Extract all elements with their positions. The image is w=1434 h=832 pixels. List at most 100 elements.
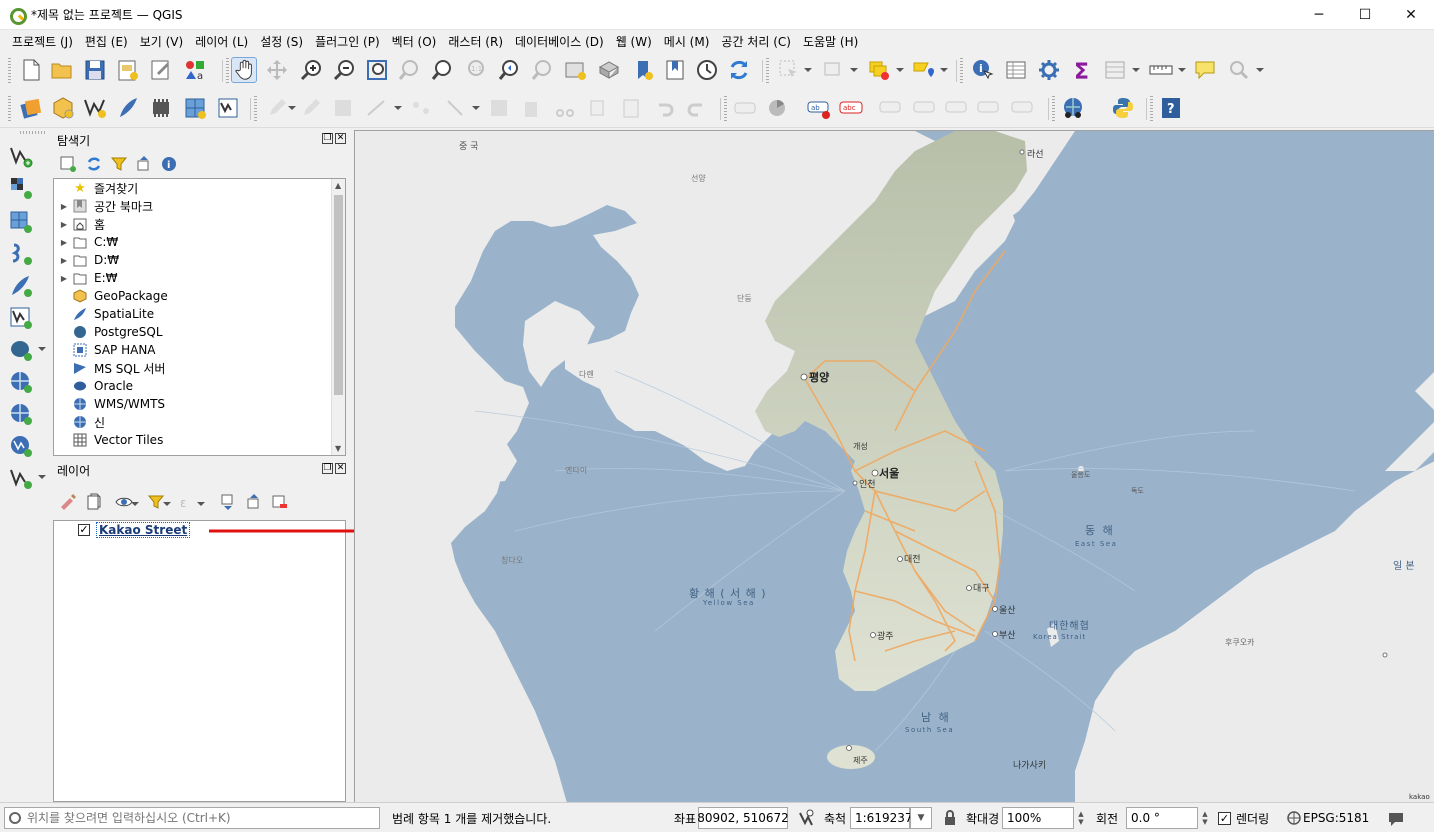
move-label-icon[interactable]	[912, 95, 938, 121]
show-bookmarks-icon[interactable]	[662, 57, 688, 83]
undo-icon[interactable]	[651, 95, 677, 121]
menu-web[interactable]: 웹 (W)	[610, 33, 658, 50]
menu-help[interactable]: 도움말 (H)	[797, 33, 864, 50]
menu-view[interactable]: 보기 (V)	[134, 33, 189, 50]
new-3d-view-icon[interactable]	[596, 57, 622, 83]
attribute-table-icon[interactable]	[1003, 57, 1029, 83]
tree-item-d-drive[interactable]: ▶ D:₩	[54, 251, 345, 269]
zoom-out-icon[interactable]	[331, 57, 357, 83]
zoom-last-icon[interactable]	[496, 57, 522, 83]
magnifier-field[interactable]: 100%	[1002, 807, 1074, 829]
expand-arrow-icon[interactable]: ▶	[58, 202, 70, 211]
open-data-source-manager-icon[interactable]	[18, 95, 44, 121]
crs-button[interactable]: EPSG:5181	[1303, 807, 1369, 829]
menu-mesh[interactable]: 메시 (M)	[658, 33, 716, 50]
pan-map-icon[interactable]	[231, 57, 257, 83]
toolbar-grip[interactable]	[8, 96, 11, 122]
tree-item-sap-hana[interactable]: SAP HANA	[54, 341, 345, 359]
new-temporary-layer-icon[interactable]	[215, 95, 241, 121]
add-group-icon[interactable]	[85, 493, 103, 511]
add-mesh-layer-icon[interactable]	[8, 209, 34, 235]
select-by-location-icon[interactable]	[910, 57, 936, 83]
tree-item-vector-tiles[interactable]: Vector Tiles	[54, 431, 345, 449]
menu-database[interactable]: 데이터베이스 (D)	[509, 33, 610, 50]
locator-bar[interactable]	[4, 807, 380, 829]
deselect-icon[interactable]	[820, 57, 846, 83]
new-shapefile-layer-icon[interactable]	[82, 95, 108, 121]
close-panel-button[interactable]: ✕	[335, 133, 346, 144]
menu-settings[interactable]: 설정 (S)	[254, 33, 309, 50]
tree-item-spatialite[interactable]: SpatiaLite	[54, 305, 345, 323]
change-label-icon[interactable]	[976, 95, 1002, 121]
menu-project[interactable]: 프로젝트 (J)	[6, 33, 79, 50]
new-mesh-layer-icon[interactable]	[182, 95, 208, 121]
zoom-to-selection-icon[interactable]	[396, 57, 422, 83]
expand-all-icon[interactable]	[219, 493, 237, 511]
delete-selected-icon[interactable]	[518, 95, 544, 121]
refresh-icon[interactable]	[85, 155, 103, 173]
tree-item-e-drive[interactable]: ▶ E:₩	[54, 269, 345, 287]
show-hide-labels-icon[interactable]	[878, 95, 904, 121]
new-project-icon[interactable]	[18, 57, 44, 83]
menu-vector[interactable]: 벡터 (O)	[386, 33, 443, 50]
open-table-icon[interactable]	[1102, 57, 1128, 83]
remove-layer-icon[interactable]	[271, 493, 289, 511]
scale-field[interactable]: 1:6192378	[850, 807, 920, 829]
collapse-all-icon[interactable]	[245, 493, 263, 511]
save-project-icon[interactable]	[82, 57, 108, 83]
tree-item-xyz[interactable]: 신	[54, 413, 345, 431]
processing-toolbox-icon[interactable]	[1036, 57, 1062, 83]
statistical-summary-icon[interactable]: Σ	[1069, 57, 1095, 83]
layer-visibility-checkbox[interactable]: ✓	[78, 524, 90, 536]
style-manager-icon[interactable]: a	[182, 57, 208, 83]
tree-item-geopackage[interactable]: GeoPackage	[54, 287, 345, 305]
expand-arrow-icon[interactable]: ▶	[58, 238, 70, 247]
new-vector-layer-icon[interactable]	[8, 465, 34, 491]
label-properties-icon[interactable]	[1010, 95, 1036, 121]
scale-dropdown-button[interactable]: ▼	[910, 807, 932, 829]
python-console-icon[interactable]	[1110, 95, 1136, 121]
cut-features-icon[interactable]	[552, 95, 578, 121]
locator-input[interactable]	[27, 811, 367, 825]
open-project-icon[interactable]	[49, 57, 75, 83]
menu-layer[interactable]: 레이어 (L)	[189, 33, 254, 50]
map-view[interactable]: 중 국 황 해 ( 서 해 ) Yellow Sea 동 해 East Sea …	[355, 131, 1434, 802]
zoom-in-icon[interactable]	[298, 57, 324, 83]
highlight-pinned-labels-icon[interactable]: ab	[806, 95, 832, 121]
vertex-tool-all-icon[interactable]	[442, 95, 468, 121]
add-wfs-layer-icon[interactable]	[8, 433, 34, 459]
zoom-to-layer-icon[interactable]	[429, 57, 455, 83]
quickmapservices-icon[interactable]	[1060, 95, 1086, 121]
diagram-tool-icon[interactable]	[764, 95, 790, 121]
zoom-full-icon[interactable]	[364, 57, 390, 83]
tree-item-mssql[interactable]: MS SQL 서버	[54, 359, 345, 377]
browser-scrollbar[interactable]: ▲ ▼	[331, 179, 345, 455]
tree-item-spatial-bookmarks[interactable]: ▶ 공간 북마크	[54, 197, 345, 215]
measure-line-icon[interactable]	[1148, 57, 1174, 83]
redo-icon[interactable]	[684, 95, 710, 121]
close-panel-button[interactable]: ✕	[335, 463, 346, 474]
menu-edit[interactable]: 편집 (E)	[79, 33, 134, 50]
menu-processing[interactable]: 공간 처리 (C)	[715, 33, 797, 50]
filter-icon[interactable]	[110, 155, 128, 173]
tree-item-wms-wmts[interactable]: WMS/WMTS	[54, 395, 345, 413]
close-button[interactable]: ✕	[1388, 0, 1434, 30]
expand-arrow-icon[interactable]: ▶	[58, 274, 70, 283]
maximize-button[interactable]: ☐	[1342, 0, 1388, 30]
locate-feature-icon[interactable]	[1226, 57, 1252, 83]
identify-features-icon[interactable]: i	[970, 57, 996, 83]
filter-by-expression-icon[interactable]: ε	[177, 493, 195, 511]
tree-item-c-drive[interactable]: ▶ C:₩	[54, 233, 345, 251]
zoom-next-icon[interactable]	[529, 57, 555, 83]
new-virtual-layer-icon[interactable]	[148, 95, 174, 121]
tree-item-postgresql[interactable]: PostgreSQL	[54, 323, 345, 341]
map-tips-icon[interactable]	[1192, 57, 1218, 83]
new-bookmark-icon[interactable]	[630, 57, 656, 83]
new-print-layout-icon[interactable]	[114, 57, 140, 83]
float-panel-button[interactable]: ❐	[322, 133, 333, 144]
add-vector-layer-icon[interactable]	[8, 143, 34, 169]
temporal-controller-icon[interactable]	[694, 57, 720, 83]
layer-styling-icon[interactable]	[59, 493, 77, 511]
pin-unpin-labels-icon[interactable]: abc	[838, 95, 864, 121]
add-selected-layers-icon[interactable]	[59, 155, 77, 173]
